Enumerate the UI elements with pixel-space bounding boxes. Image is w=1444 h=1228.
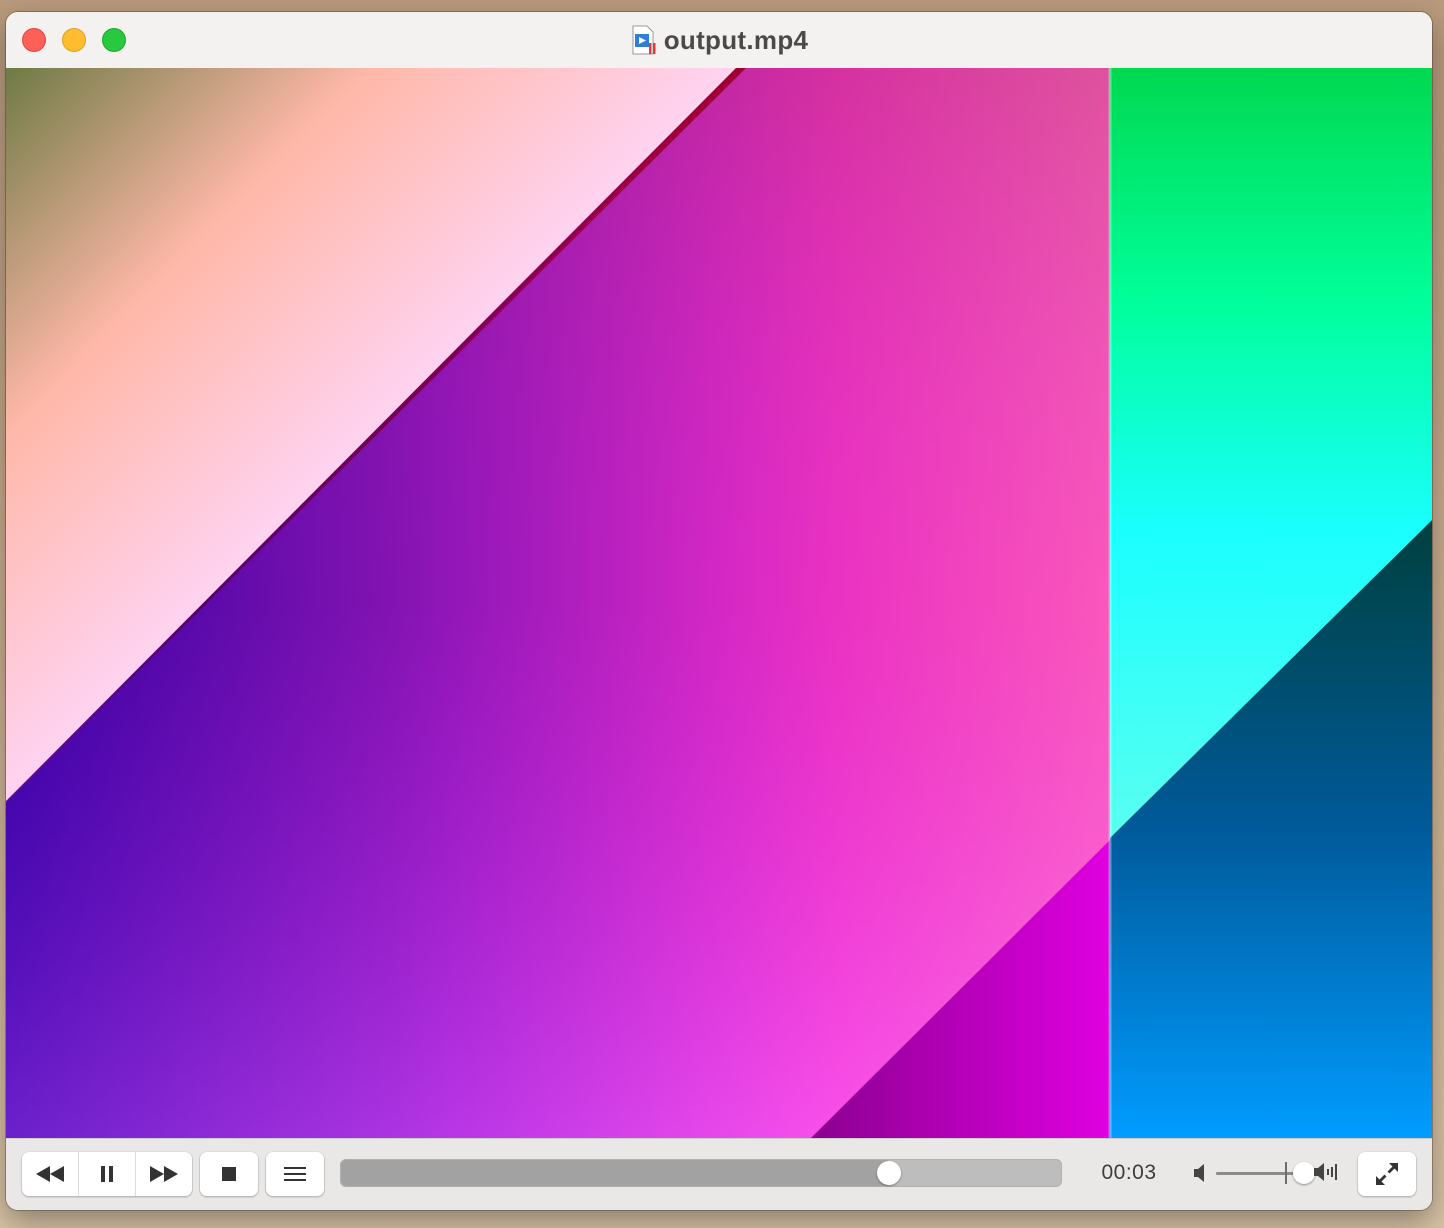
title-wrap: output.mp4 bbox=[6, 12, 1432, 68]
fullscreen-icon bbox=[1376, 1163, 1398, 1185]
window-title: output.mp4 bbox=[663, 24, 809, 55]
pause-icon bbox=[101, 1166, 113, 1182]
fullscreen-button[interactable] bbox=[1358, 1152, 1416, 1196]
progress-track[interactable] bbox=[340, 1159, 1062, 1187]
video-image bbox=[6, 68, 1432, 1138]
volume-low-icon[interactable] bbox=[1194, 1163, 1208, 1183]
playlist-icon bbox=[284, 1167, 306, 1181]
stop-icon bbox=[222, 1167, 236, 1181]
volume-fill bbox=[1216, 1172, 1305, 1175]
time-display: 00:03 bbox=[1101, 1161, 1157, 1184]
video-frame[interactable] bbox=[6, 68, 1432, 1138]
volume-knob[interactable] bbox=[1293, 1162, 1316, 1184]
player-window: output.mp4 00:03 bbox=[6, 12, 1432, 1210]
volume-tick bbox=[1285, 1162, 1287, 1184]
volume-high-icon[interactable] bbox=[1314, 1161, 1340, 1183]
playlist-group bbox=[266, 1152, 324, 1196]
rewind-icon bbox=[36, 1166, 64, 1182]
control-bar: 00:03 bbox=[6, 1138, 1432, 1210]
video-document-icon bbox=[632, 25, 656, 55]
stop-button[interactable] bbox=[200, 1152, 258, 1196]
transport-group bbox=[22, 1152, 192, 1196]
stop-group bbox=[200, 1152, 258, 1196]
title-bar[interactable]: output.mp4 bbox=[6, 12, 1432, 69]
fast-forward-button[interactable] bbox=[135, 1152, 192, 1196]
rewind-button[interactable] bbox=[22, 1152, 78, 1196]
progress-knob[interactable] bbox=[876, 1161, 901, 1185]
pause-button[interactable] bbox=[78, 1152, 135, 1196]
progress-fill bbox=[341, 1160, 889, 1186]
fast-forward-icon bbox=[150, 1166, 178, 1182]
playlist-button[interactable] bbox=[266, 1152, 324, 1196]
